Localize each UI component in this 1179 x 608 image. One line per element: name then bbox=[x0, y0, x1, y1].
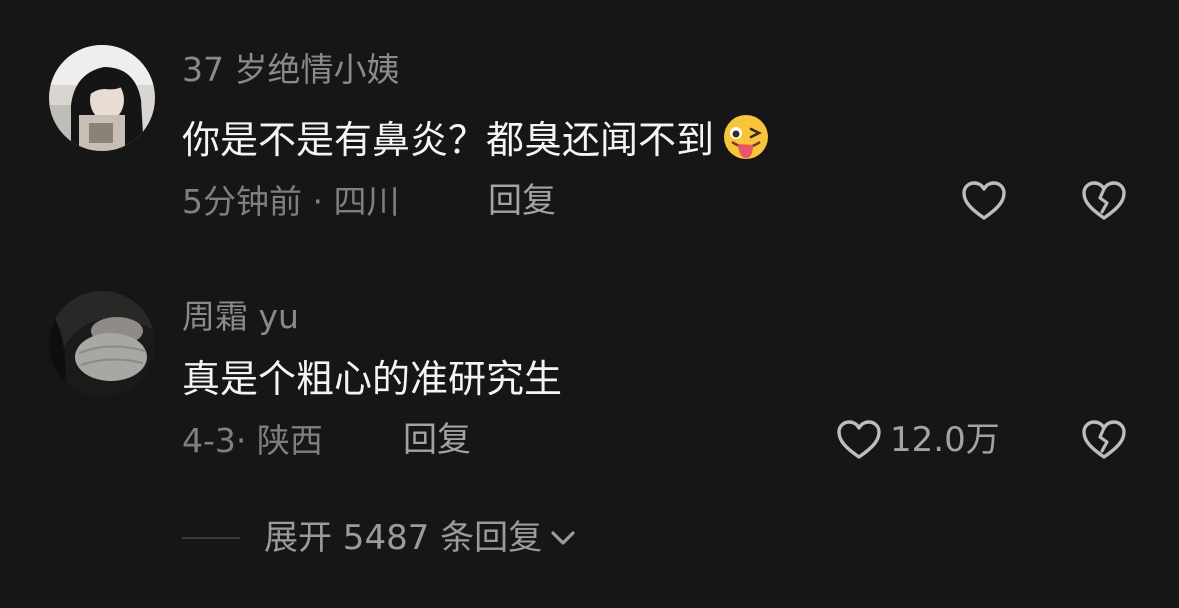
comment-text-body: 真是个粗心的准研究生 bbox=[182, 357, 563, 401]
heart-icon bbox=[961, 180, 1007, 222]
dislike-button[interactable] bbox=[1081, 180, 1127, 222]
broken-heart-icon bbox=[1082, 181, 1126, 220]
expand-replies-label: 展开 5487 条回复 bbox=[264, 518, 543, 558]
dislike-button[interactable] bbox=[1081, 419, 1127, 461]
avatar[interactable] bbox=[49, 45, 155, 151]
comment-meta: 5分钟前 · 四川 bbox=[182, 182, 400, 221]
username[interactable]: 37 岁绝情小姨 bbox=[182, 53, 399, 86]
comment-text: 你是不是有鼻炎？都臭还闻不到 bbox=[182, 114, 776, 166]
winking-tongue-face-icon bbox=[718, 114, 776, 166]
like-count: 12.0万 bbox=[890, 420, 1000, 460]
avatar[interactable] bbox=[49, 291, 155, 397]
like-button[interactable]: 12.0万 bbox=[836, 419, 1000, 461]
chevron-down-icon bbox=[548, 527, 578, 549]
reply-button[interactable]: 回复 bbox=[488, 184, 556, 218]
username[interactable]: 周霜 yu bbox=[182, 300, 299, 333]
comment-text-body: 你是不是有鼻炎？都臭还闻不到 bbox=[182, 118, 715, 162]
comment-meta: 4-3· 陕西 bbox=[182, 421, 323, 460]
expand-replies-button[interactable]: 展开 5487 条回复 bbox=[182, 521, 578, 555]
reply-button[interactable]: 回复 bbox=[403, 423, 471, 457]
comment-text: 真是个粗心的准研究生 bbox=[182, 360, 562, 398]
heart-icon bbox=[836, 419, 882, 461]
like-button[interactable] bbox=[961, 180, 1015, 222]
divider bbox=[182, 537, 240, 539]
broken-heart-icon bbox=[1082, 420, 1126, 459]
